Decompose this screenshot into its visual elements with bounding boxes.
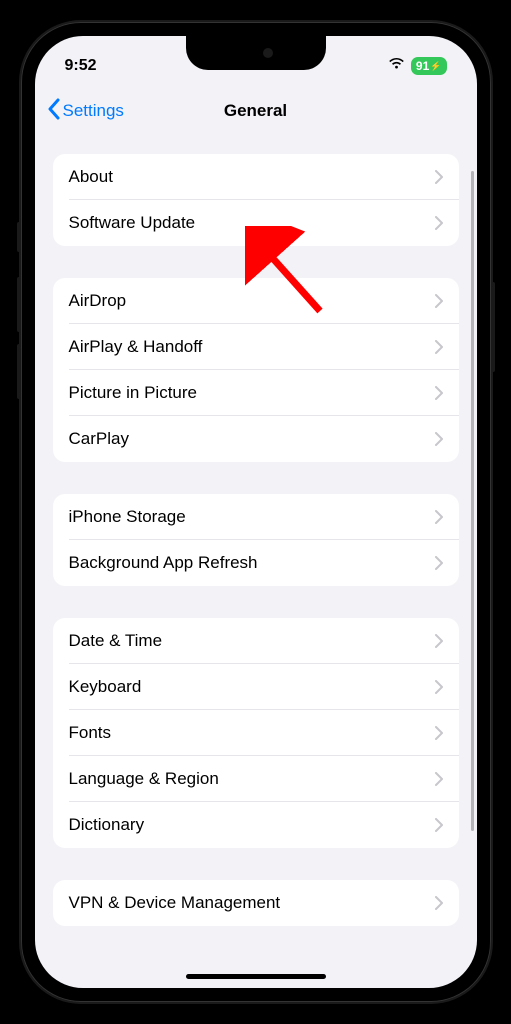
section-connectivity: AirDrop AirPlay & Handoff Picture in Pic…: [53, 278, 459, 462]
section-about: About Software Update: [53, 154, 459, 246]
row-picture-in-picture[interactable]: Picture in Picture: [53, 370, 459, 416]
chevron-left-icon: [47, 98, 61, 125]
row-date-time[interactable]: Date & Time: [53, 618, 459, 664]
back-label: Settings: [63, 101, 124, 121]
row-iphone-storage[interactable]: iPhone Storage: [53, 494, 459, 540]
phone-side-buttons-right: [491, 282, 495, 402]
row-background-app-refresh[interactable]: Background App Refresh: [53, 540, 459, 586]
nav-bar: Settings General: [35, 86, 477, 136]
row-keyboard[interactable]: Keyboard: [53, 664, 459, 710]
row-fonts[interactable]: Fonts: [53, 710, 459, 756]
row-label: iPhone Storage: [69, 507, 186, 527]
row-label: Fonts: [69, 723, 112, 743]
row-dictionary[interactable]: Dictionary: [53, 802, 459, 848]
chevron-right-icon: [435, 216, 443, 230]
chevron-right-icon: [435, 896, 443, 910]
row-label: VPN & Device Management: [69, 893, 281, 913]
row-software-update[interactable]: Software Update: [53, 200, 459, 246]
row-airplay-handoff[interactable]: AirPlay & Handoff: [53, 324, 459, 370]
scroll-indicator[interactable]: [471, 171, 474, 831]
chevron-right-icon: [435, 772, 443, 786]
chevron-right-icon: [435, 386, 443, 400]
section-storage: iPhone Storage Background App Refresh: [53, 494, 459, 586]
row-label: Software Update: [69, 213, 196, 233]
row-label: Background App Refresh: [69, 553, 258, 573]
status-time: 9:52: [65, 57, 97, 75]
chevron-right-icon: [435, 170, 443, 184]
charging-icon: ⚡: [430, 61, 441, 72]
chevron-right-icon: [435, 340, 443, 354]
chevron-right-icon: [435, 294, 443, 308]
back-button[interactable]: Settings: [47, 98, 124, 125]
row-vpn-device-management[interactable]: VPN & Device Management: [53, 880, 459, 926]
content-scroll[interactable]: About Software Update AirDrop AirPlay & …: [35, 136, 477, 988]
status-right: 91⚡: [388, 57, 447, 75]
section-vpn: VPN & Device Management: [53, 880, 459, 926]
row-label: Date & Time: [69, 631, 163, 651]
row-label: Language & Region: [69, 769, 219, 789]
row-label: Picture in Picture: [69, 383, 198, 403]
row-language-region[interactable]: Language & Region: [53, 756, 459, 802]
phone-frame: 9:52 91⚡ Settings General: [21, 22, 491, 1002]
row-label: AirPlay & Handoff: [69, 337, 203, 357]
chevron-right-icon: [435, 818, 443, 832]
row-label: Keyboard: [69, 677, 142, 697]
row-about[interactable]: About: [53, 154, 459, 200]
row-airdrop[interactable]: AirDrop: [53, 278, 459, 324]
row-carplay[interactable]: CarPlay: [53, 416, 459, 462]
row-label: About: [69, 167, 113, 187]
home-indicator[interactable]: [186, 974, 326, 979]
wifi-icon: [388, 57, 405, 75]
notch: [186, 36, 326, 70]
row-label: AirDrop: [69, 291, 127, 311]
row-label: Dictionary: [69, 815, 145, 835]
chevron-right-icon: [435, 634, 443, 648]
chevron-right-icon: [435, 556, 443, 570]
chevron-right-icon: [435, 726, 443, 740]
battery-percent: 91: [416, 59, 429, 73]
screen: 9:52 91⚡ Settings General: [35, 36, 477, 988]
phone-side-buttons-left: [17, 222, 21, 411]
chevron-right-icon: [435, 510, 443, 524]
chevron-right-icon: [435, 680, 443, 694]
page-title: General: [224, 101, 287, 121]
section-preferences: Date & Time Keyboard Fonts Language & Re…: [53, 618, 459, 848]
chevron-right-icon: [435, 432, 443, 446]
battery-indicator: 91⚡: [411, 57, 447, 75]
row-label: CarPlay: [69, 429, 129, 449]
